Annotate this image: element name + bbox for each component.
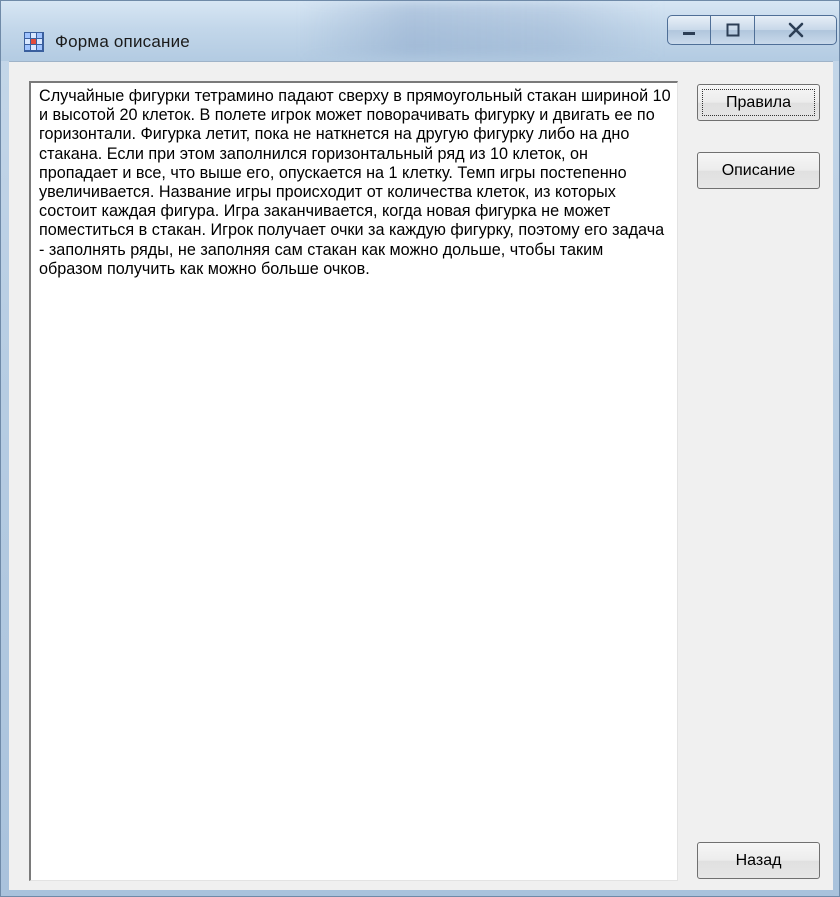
app-grid-icon xyxy=(24,32,44,52)
maximize-icon xyxy=(726,23,739,37)
maximize-button[interactable] xyxy=(711,15,755,45)
caption-buttons xyxy=(667,15,837,45)
description-button[interactable]: Описание xyxy=(697,152,820,189)
title-bar-background xyxy=(301,1,661,57)
app-window: Форма описание Случайные фигурки тетрами… xyxy=(0,0,840,897)
minimize-button[interactable] xyxy=(667,15,711,45)
back-button[interactable]: Назад xyxy=(697,842,820,879)
close-icon xyxy=(788,22,803,38)
description-button-label: Описание xyxy=(721,161,796,179)
description-memo[interactable]: Случайные фигурки тетрамино падают сверх… xyxy=(29,81,678,881)
window-title: Форма описание xyxy=(55,32,190,51)
rules-button[interactable]: Правила xyxy=(697,84,820,121)
minimize-icon xyxy=(683,32,695,35)
focus-rectangle xyxy=(702,89,815,116)
back-button-label: Назад xyxy=(735,851,782,869)
close-button[interactable] xyxy=(755,15,837,45)
form-client-area: Случайные фигурки тетрамино падают сверх… xyxy=(9,61,833,890)
title-bar[interactable]: Форма описание xyxy=(1,1,839,61)
